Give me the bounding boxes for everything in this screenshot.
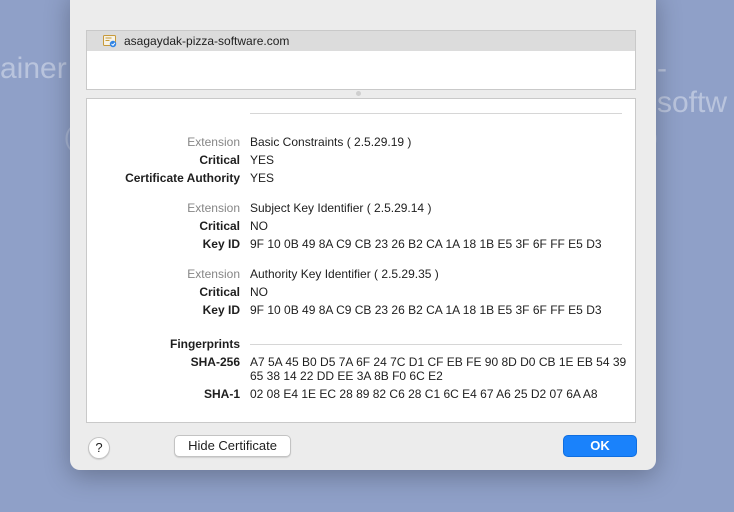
certificate-authority-label: Certificate Authority: [125, 171, 240, 185]
certificate-name: asagaydak-pizza-software.com: [124, 34, 290, 48]
detail-row: SHA-256 A7 5A 45 B0 D5 7A 6F 24 7C D1 CF…: [87, 354, 635, 384]
key-id-value: 9F 10 0B 49 8A C9 CB 23 26 B2 CA 1A 18 1…: [250, 237, 602, 251]
certificate-icon: [103, 35, 117, 48]
detail-row: Certificate Authority YES: [87, 170, 635, 186]
extension-label: Extension: [187, 267, 240, 281]
detail-row: Critical YES: [87, 152, 635, 168]
detail-row: Critical NO: [87, 284, 635, 300]
detail-row: Critical NO: [87, 218, 635, 234]
critical-value: NO: [250, 285, 268, 299]
clipped-row: [117, 99, 477, 101]
certificate-dialog: asagaydak-pizza-software.com Extension B…: [70, 0, 656, 470]
certificate-authority-value: YES: [250, 171, 275, 185]
certificate-details[interactable]: Extension Basic Constraints ( 2.5.29.19 …: [86, 98, 636, 423]
extension-value: Subject Key Identifier ( 2.5.29.14 ): [250, 201, 432, 215]
fingerprints-header: Fingerprints: [169, 337, 240, 351]
key-id-value: 9F 10 0B 49 8A C9 CB 23 26 B2 CA 1A 18 1…: [250, 303, 602, 317]
extension-value: Basic Constraints ( 2.5.29.19 ): [250, 135, 412, 149]
detail-row: Extension Subject Key Identifier ( 2.5.2…: [87, 200, 635, 216]
hide-certificate-button[interactable]: Hide Certificate: [174, 435, 291, 457]
separator: [250, 344, 622, 345]
detail-row: Key ID 9F 10 0B 49 8A C9 CB 23 26 B2 CA …: [87, 302, 635, 318]
background-text-left: ainer: [0, 52, 67, 85]
critical-label: Critical: [199, 153, 240, 167]
critical-label: Critical: [199, 285, 240, 299]
sha256-value: A7 5A 45 B0 D5 7A 6F 24 7C D1 CF EB FE 9…: [250, 355, 627, 383]
critical-label: Critical: [199, 219, 240, 233]
extension-label: Extension: [187, 135, 240, 149]
critical-value: NO: [250, 219, 268, 233]
sha256-label: SHA-256: [190, 355, 240, 369]
certificate-list[interactable]: asagaydak-pizza-software.com: [86, 30, 636, 90]
extension-value: Authority Key Identifier ( 2.5.29.35 ): [250, 267, 439, 281]
ok-button[interactable]: OK: [563, 435, 637, 457]
sha1-label: SHA-1: [203, 387, 240, 401]
separator: [250, 113, 622, 114]
background-text-right: -softw: [657, 52, 728, 119]
detail-row: SHA-1 02 08 E4 1E EC 28 89 82 C6 28 C1 6…: [87, 386, 635, 402]
detail-row: Key ID 9F 10 0B 49 8A C9 CB 23 26 B2 CA …: [87, 236, 635, 252]
detail-row: Extension Basic Constraints ( 2.5.29.19 …: [87, 134, 635, 150]
detail-row: Extension Authority Key Identifier ( 2.5…: [87, 266, 635, 282]
certificate-list-item[interactable]: asagaydak-pizza-software.com: [87, 31, 635, 51]
splitter-handle[interactable]: [356, 91, 361, 96]
sha1-value: 02 08 E4 1E EC 28 89 82 C6 28 C1 6C E4 6…: [250, 387, 598, 401]
extension-label: Extension: [187, 201, 240, 215]
key-id-label: Key ID: [202, 237, 240, 251]
help-button[interactable]: ?: [88, 437, 110, 459]
critical-value: YES: [250, 153, 275, 167]
key-id-label: Key ID: [202, 303, 240, 317]
